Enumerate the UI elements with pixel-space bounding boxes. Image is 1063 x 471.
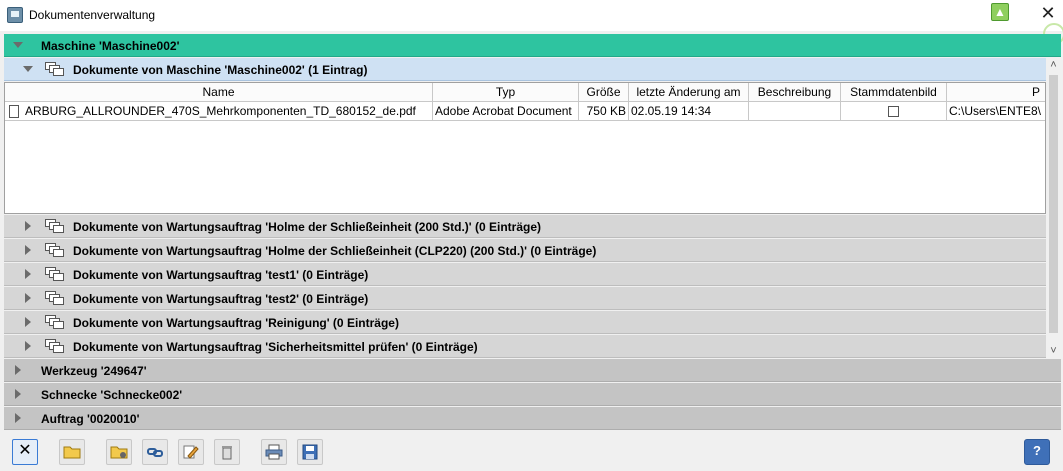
tree-node-label: Dokumente von Wartungsauftrag 'test2' (0…	[73, 292, 369, 306]
expand-arrow-icon[interactable]	[25, 245, 31, 255]
expand-arrow-icon[interactable]	[25, 269, 31, 279]
expand-arrow-icon[interactable]	[25, 341, 31, 351]
open-folder-button[interactable]	[59, 439, 85, 465]
title-bar: Dokumentenverwaltung ▲ ✕	[0, 0, 1063, 45]
print-button[interactable]	[261, 439, 287, 465]
tree-node-machine-documents[interactable]: Dokumente von Maschine 'Maschine002' (1 …	[4, 58, 1046, 81]
cell-geaendert: 02.05.19 14:34	[629, 102, 749, 121]
cell-name: ARBURG_ALLROUNDER_470S_Mehrkomponenten_T…	[5, 102, 433, 121]
edit-icon	[183, 445, 199, 459]
collapse-arrow-icon[interactable]	[23, 66, 33, 72]
file-icon	[9, 105, 19, 118]
notification-icon[interactable]: ▲	[991, 3, 1009, 21]
delete-button[interactable]	[214, 439, 240, 465]
document-tree: Maschine 'Maschine002' Dokumente von Mas…	[4, 34, 1061, 430]
tree-node-maintenance-5[interactable]: Dokumente von Wartungsauftrag 'Reinigung…	[4, 311, 1046, 334]
tree-node-auftrag[interactable]: Auftrag '0020010'	[4, 407, 1061, 430]
link-button[interactable]	[142, 439, 168, 465]
scroll-thumb[interactable]	[1049, 75, 1058, 333]
tree-node-label: Maschine 'Maschine002'	[41, 39, 180, 53]
cell-pfad: C:\Users\ENTE8\	[947, 102, 1045, 121]
table-header: Name Typ Größe letzte Änderung am Beschr…	[5, 83, 1045, 102]
documents-icon	[45, 315, 65, 330]
tree-node-label: Dokumente von Wartungsauftrag 'Holme der…	[73, 220, 541, 234]
scroll-up-icon[interactable]: ˄	[1046, 58, 1061, 73]
cell-stammdatenbild	[841, 102, 947, 121]
help-button[interactable]: ?	[1024, 439, 1050, 465]
documents-icon	[45, 339, 65, 354]
cell-name-text: ARBURG_ALLROUNDER_470S_Mehrkomponenten_T…	[25, 104, 416, 118]
save-icon	[302, 444, 318, 460]
vertical-scrollbar[interactable]: ˄ ˅	[1046, 58, 1061, 359]
tree-node-schnecke[interactable]: Schnecke 'Schnecke002'	[4, 383, 1061, 406]
window-title: Dokumentenverwaltung	[29, 8, 156, 22]
app-icon	[7, 7, 23, 23]
tree-node-label: Schnecke 'Schnecke002'	[41, 388, 183, 402]
column-header-beschreibung[interactable]: Beschreibung	[749, 83, 841, 102]
tree-node-maintenance-1[interactable]: Dokumente von Wartungsauftrag 'Holme der…	[4, 215, 1046, 238]
column-header-stammdatenbild[interactable]: Stammdatenbild	[841, 83, 947, 102]
folder-open-icon	[63, 446, 81, 459]
close-icon: ✕	[18, 442, 32, 459]
column-header-groesse[interactable]: Größe	[579, 83, 629, 102]
close-button[interactable]: ✕	[12, 439, 38, 465]
documents-icon	[45, 243, 65, 258]
cell-beschreibung	[749, 102, 841, 121]
link-icon	[147, 448, 163, 457]
expand-arrow-icon[interactable]	[15, 413, 21, 423]
collapse-arrow-icon[interactable]	[13, 42, 23, 48]
bottom-toolbar: ✕ ?	[0, 432, 1063, 471]
tree-node-label: Werkzeug '249647'	[41, 364, 147, 378]
trash-icon	[222, 446, 232, 460]
documents-icon	[45, 219, 65, 234]
edit-button[interactable]	[178, 439, 204, 465]
column-header-name[interactable]: Name	[5, 83, 433, 102]
tree-node-label: Dokumente von Wartungsauftrag 'Holme der…	[73, 244, 597, 258]
document-table: Name Typ Größe letzte Änderung am Beschr…	[4, 82, 1046, 214]
stammdatenbild-checkbox[interactable]	[888, 106, 899, 117]
expand-arrow-icon[interactable]	[15, 365, 21, 375]
scroll-down-icon[interactable]: ˅	[1046, 344, 1061, 359]
folder-add-icon	[110, 446, 128, 459]
column-header-pfad[interactable]: P	[947, 83, 1045, 102]
tree-node-label: Dokumente von Wartungsauftrag 'Sicherhei…	[73, 340, 478, 354]
column-header-geaendert[interactable]: letzte Änderung am	[629, 83, 749, 102]
tree-node-label: Dokumente von Maschine 'Maschine002' (1 …	[73, 63, 368, 77]
window-close-button[interactable]: ✕	[1038, 4, 1058, 24]
documents-icon	[45, 62, 65, 77]
tree-node-label: Auftrag '0020010'	[41, 412, 140, 426]
print-icon	[265, 444, 283, 460]
expand-arrow-icon[interactable]	[25, 293, 31, 303]
tree-node-maintenance-6[interactable]: Dokumente von Wartungsauftrag 'Sicherhei…	[4, 335, 1046, 358]
cell-groesse: 750 KB	[579, 102, 629, 121]
save-button[interactable]	[297, 439, 323, 465]
tree-node-maintenance-2[interactable]: Dokumente von Wartungsauftrag 'Holme der…	[4, 239, 1046, 262]
tree-node-machine[interactable]: Maschine 'Maschine002'	[4, 34, 1061, 57]
cell-typ: Adobe Acrobat Document	[433, 102, 579, 121]
tree-node-maintenance-4[interactable]: Dokumente von Wartungsauftrag 'test2' (0…	[4, 287, 1046, 310]
documents-icon	[45, 291, 65, 306]
expand-arrow-icon[interactable]	[25, 317, 31, 327]
tree-node-label: Dokumente von Wartungsauftrag 'test1' (0…	[73, 268, 369, 282]
column-header-typ[interactable]: Typ	[433, 83, 579, 102]
table-row[interactable]: ARBURG_ALLROUNDER_470S_Mehrkomponenten_T…	[5, 102, 1045, 121]
expand-arrow-icon[interactable]	[15, 389, 21, 399]
documents-icon	[45, 267, 65, 282]
add-folder-button[interactable]	[106, 439, 132, 465]
expand-arrow-icon[interactable]	[25, 221, 31, 231]
help-icon: ?	[1033, 443, 1041, 458]
tree-node-werkzeug[interactable]: Werkzeug '249647'	[4, 359, 1061, 382]
tree-node-maintenance-3[interactable]: Dokumente von Wartungsauftrag 'test1' (0…	[4, 263, 1046, 286]
tree-node-label: Dokumente von Wartungsauftrag 'Reinigung…	[73, 316, 399, 330]
